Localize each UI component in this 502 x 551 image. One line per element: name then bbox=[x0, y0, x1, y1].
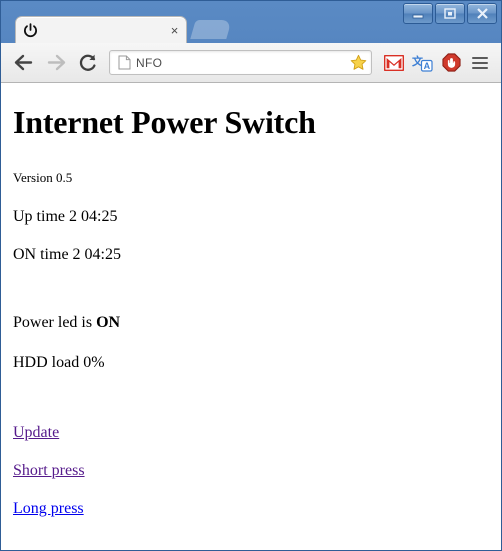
reload-icon bbox=[79, 54, 96, 71]
power-led-status: Power led is ON bbox=[13, 314, 489, 332]
title-bar: × bbox=[1, 1, 501, 43]
browser-window: × NFO 文 A Internet Power Switch Version … bbox=[0, 0, 502, 551]
link-row: Update bbox=[13, 424, 489, 442]
hdd-load-text: HDD load 0% bbox=[13, 354, 105, 372]
back-arrow-icon bbox=[14, 54, 33, 71]
browser-toolbar: NFO 文 A bbox=[1, 43, 501, 83]
address-bar-url-tail: NFO bbox=[136, 55, 163, 70]
page-icon bbox=[116, 55, 132, 71]
page-title: Internet Power Switch bbox=[13, 104, 316, 140]
forward-button bbox=[41, 48, 71, 78]
reload-button[interactable] bbox=[73, 48, 103, 78]
tab-close-button[interactable]: × bbox=[167, 23, 182, 38]
power-icon bbox=[22, 22, 39, 39]
new-tab-button[interactable] bbox=[190, 20, 232, 39]
version-text: Version 0.5 bbox=[13, 170, 73, 186]
browser-tab[interactable]: × bbox=[15, 16, 187, 43]
power-led-label: Power led is bbox=[13, 314, 97, 332]
gmail-icon bbox=[383, 54, 404, 71]
address-bar[interactable]: NFO bbox=[109, 50, 372, 75]
ontime-text: ON time 2 04:25 bbox=[13, 246, 121, 264]
link-row: Long press bbox=[13, 500, 489, 518]
svg-text:A: A bbox=[424, 61, 431, 71]
back-button[interactable] bbox=[9, 48, 39, 78]
tab-strip: × bbox=[1, 16, 501, 43]
hamburger-icon-bar bbox=[472, 66, 488, 69]
long-press-link[interactable]: Long press bbox=[13, 500, 84, 518]
gmail-extension-button[interactable] bbox=[380, 49, 407, 77]
bookmark-star-icon[interactable] bbox=[348, 53, 368, 73]
translate-icon: 文 A bbox=[412, 54, 433, 72]
link-row: Short press bbox=[13, 462, 489, 480]
forward-arrow-icon bbox=[47, 54, 66, 71]
hamburger-icon-bar bbox=[472, 56, 488, 59]
page-content: Internet Power Switch Version 0.5 Up tim… bbox=[1, 83, 501, 518]
browser-menu-button[interactable] bbox=[467, 49, 493, 77]
adblock-extension-button[interactable] bbox=[438, 49, 465, 77]
hamburger-icon-bar bbox=[472, 61, 488, 64]
uptime-text: Up time 2 04:25 bbox=[13, 208, 118, 226]
page-viewport: Internet Power Switch Version 0.5 Up tim… bbox=[1, 83, 501, 550]
update-link[interactable]: Update bbox=[13, 424, 59, 442]
adblock-icon bbox=[442, 53, 461, 72]
google-translate-extension-button[interactable]: 文 A bbox=[409, 49, 436, 77]
address-bar-url[interactable]: NFO bbox=[136, 56, 348, 70]
power-led-state: ON bbox=[96, 314, 121, 332]
short-press-link[interactable]: Short press bbox=[13, 462, 85, 480]
action-links: Update Short press Long press bbox=[13, 424, 489, 518]
